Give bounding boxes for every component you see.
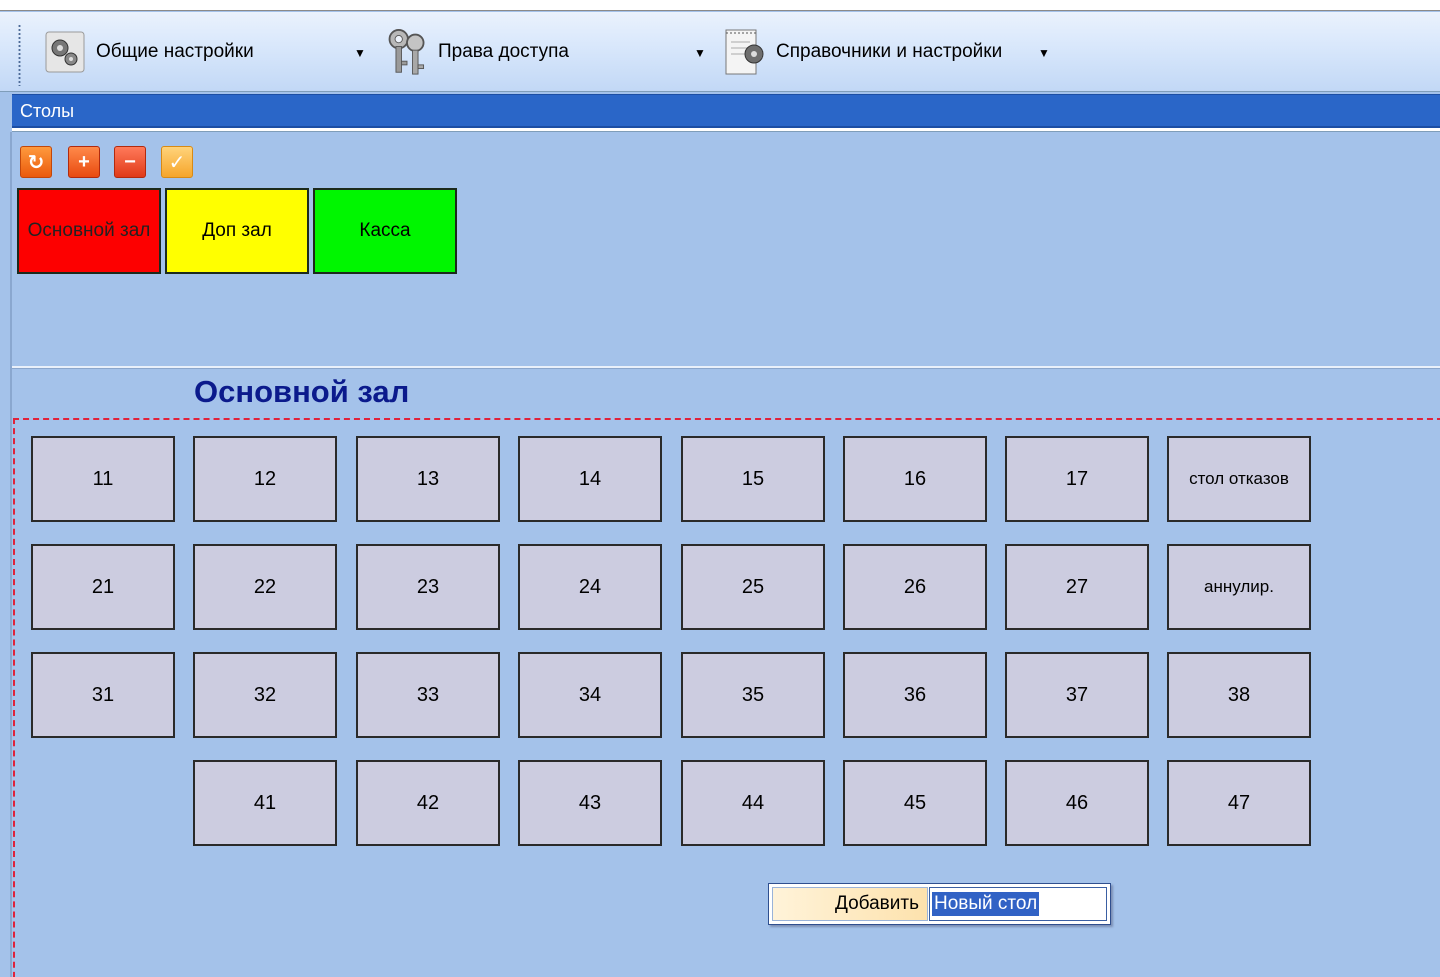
table-button[interactable]: 31 [31, 652, 175, 738]
table-button[interactable]: 12 [193, 436, 337, 522]
hall-tab-extra[interactable]: Доп зал [165, 188, 309, 274]
general-settings-label: Общие настройки [96, 41, 254, 62]
table-button[interactable]: 13 [356, 436, 500, 522]
access-rights-menu[interactable]: Права доступа [384, 22, 569, 82]
hall-tab-cashier[interactable]: Касса [313, 188, 457, 274]
refresh-icon: ↻ [27, 151, 45, 174]
table-button[interactable]: 22 [193, 544, 337, 630]
add-table-button[interactable]: Добавить [772, 887, 928, 921]
table-button[interactable]: 14 [518, 436, 662, 522]
left-frame [10, 132, 12, 977]
table-button[interactable]: 15 [681, 436, 825, 522]
table-button[interactable]: 36 [843, 652, 987, 738]
notepad-gear-icon [722, 29, 768, 75]
table-button[interactable]: 26 [843, 544, 987, 630]
main-toolbar: Общие настройки ▼ Права доступа ▼ Справо… [0, 12, 1440, 92]
table-button[interactable]: 43 [518, 760, 662, 846]
table-button[interactable]: стол отказов [1167, 436, 1311, 522]
table-button[interactable]: 45 [843, 760, 987, 846]
plus-icon: + [78, 150, 90, 173]
table-button[interactable]: 41 [193, 760, 337, 846]
keys-icon [384, 29, 430, 75]
table-button[interactable]: 47 [1167, 760, 1311, 846]
table-button[interactable]: 38 [1167, 652, 1311, 738]
table-button[interactable]: 33 [356, 652, 500, 738]
table-button[interactable]: 25 [681, 544, 825, 630]
add-table-control: Добавить Новый стол [768, 883, 1111, 925]
window-title: Столы [20, 101, 75, 121]
gears-icon [42, 29, 88, 75]
table-button[interactable]: 46 [1005, 760, 1149, 846]
general-settings-dropdown-icon[interactable]: ▼ [354, 46, 366, 60]
table-button[interactable]: 24 [518, 544, 662, 630]
access-rights-dropdown-icon[interactable]: ▼ [694, 46, 706, 60]
apply-button[interactable]: ✓ [161, 146, 193, 178]
general-settings-menu[interactable]: Общие настройки [42, 22, 254, 82]
window-titlebar: Столы [12, 94, 1440, 128]
check-icon: ✓ [168, 151, 186, 174]
references-settings-menu[interactable]: Справочники и настройки [722, 22, 1002, 82]
table-button[interactable]: 44 [681, 760, 825, 846]
new-table-name-input[interactable] [929, 887, 1107, 921]
table-button[interactable]: 23 [356, 544, 500, 630]
table-button[interactable]: 16 [843, 436, 987, 522]
panel-separator [12, 366, 1440, 369]
table-button[interactable]: 17 [1005, 436, 1149, 522]
table-button[interactable]: 42 [356, 760, 500, 846]
references-settings-dropdown-icon[interactable]: ▼ [1038, 46, 1050, 60]
table-button[interactable]: 21 [31, 544, 175, 630]
toolbar-grip[interactable] [18, 24, 21, 86]
references-settings-label: Справочники и настройки [776, 41, 1003, 62]
hall-tab-main[interactable]: Основной зал [17, 188, 161, 274]
remove-hall-button[interactable]: − [114, 146, 146, 178]
table-button[interactable]: 35 [681, 652, 825, 738]
access-rights-label: Права доступа [438, 41, 569, 62]
hall-title: Основной зал [194, 374, 410, 409]
titlebar-divider [12, 128, 1440, 132]
refresh-button[interactable]: ↻ [20, 146, 52, 178]
table-button[interactable]: 37 [1005, 652, 1149, 738]
table-button[interactable]: 34 [518, 652, 662, 738]
add-hall-button[interactable]: + [68, 146, 100, 178]
table-button[interactable]: 32 [193, 652, 337, 738]
top-strip [0, 0, 1440, 11]
table-button[interactable]: 27 [1005, 544, 1149, 630]
table-button[interactable]: 11 [31, 436, 175, 522]
minus-icon: − [124, 150, 136, 173]
table-button[interactable]: аннулир. [1167, 544, 1311, 630]
